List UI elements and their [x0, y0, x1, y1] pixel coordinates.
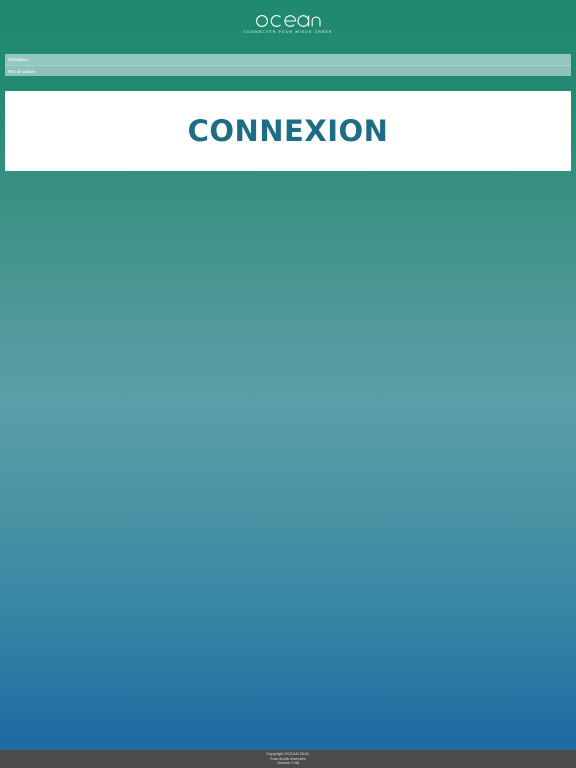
connect-button-label: CONNEXION	[187, 114, 389, 148]
username-field[interactable]	[5, 54, 571, 65]
app-header: CONNECTER POUR MIEUX CRÉER	[0, 0, 576, 52]
ocean-logo-icon	[256, 15, 321, 27]
ocean-logo: CONNECTER POUR MIEUX CRÉER	[244, 14, 333, 34]
login-form	[5, 54, 571, 76]
connect-button[interactable]: CONNEXION	[5, 91, 571, 171]
footer: Copyright OCEAN 2016. Tous droits réserv…	[0, 750, 576, 768]
footer-version: Version 0.98	[276, 760, 300, 766]
password-field[interactable]	[5, 65, 571, 76]
tagline: CONNECTER POUR MIEUX CRÉER	[243, 29, 333, 34]
